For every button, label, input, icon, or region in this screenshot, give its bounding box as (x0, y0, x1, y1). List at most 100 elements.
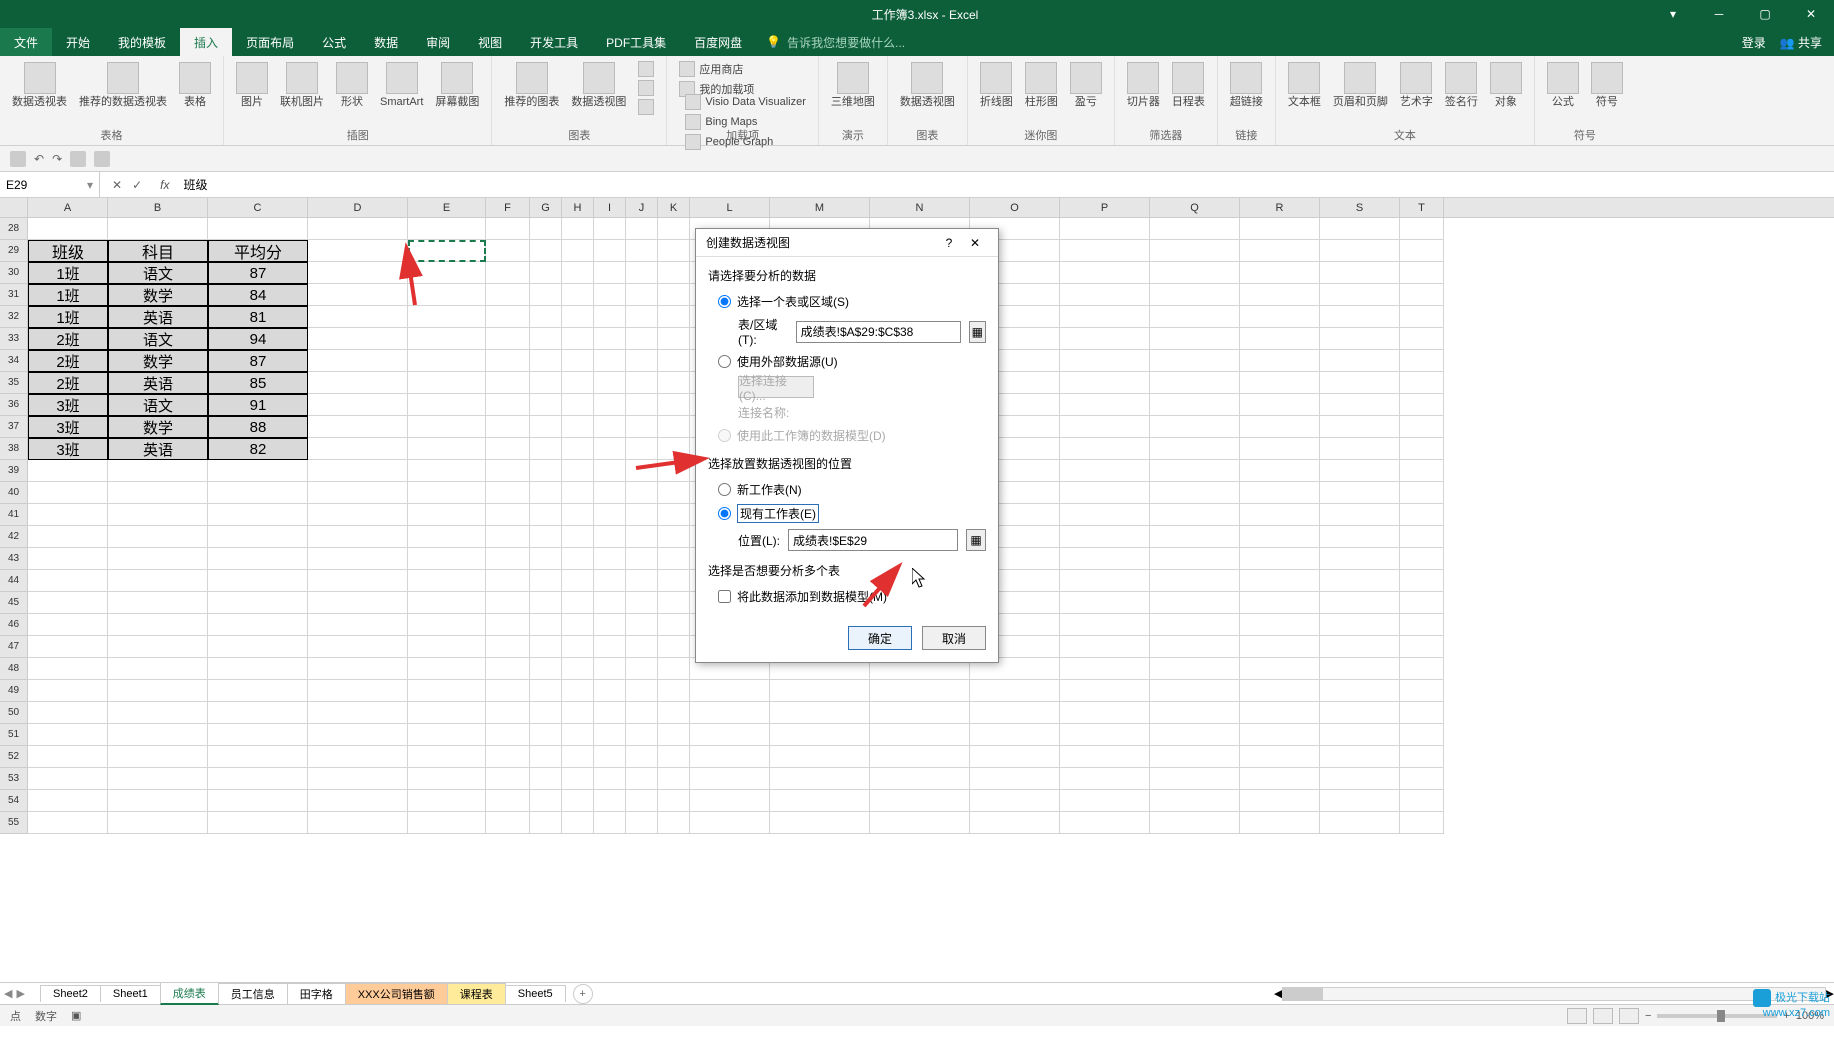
cell[interactable] (594, 482, 626, 504)
cell[interactable]: 82 (208, 438, 308, 460)
share-button[interactable]: 👥 共享 (1780, 34, 1822, 51)
cell[interactable] (562, 526, 594, 548)
cell[interactable] (594, 438, 626, 460)
cell[interactable] (658, 548, 690, 570)
cell[interactable] (1400, 416, 1444, 438)
cell[interactable] (208, 790, 308, 812)
visio-button[interactable]: Visio Data Visualizer (681, 93, 809, 111)
cell[interactable] (626, 504, 658, 526)
cell[interactable] (626, 284, 658, 306)
cell[interactable] (208, 482, 308, 504)
cell[interactable] (530, 702, 562, 724)
cell[interactable] (530, 724, 562, 746)
cell[interactable] (1320, 724, 1400, 746)
col-header[interactable]: E (408, 198, 486, 217)
cell[interactable] (308, 306, 408, 328)
cell[interactable] (1240, 218, 1320, 240)
cell[interactable]: 88 (208, 416, 308, 438)
tab-view[interactable]: 视图 (464, 28, 516, 56)
cell[interactable] (594, 812, 626, 834)
ribbon-options-icon[interactable]: ▾ (1650, 0, 1696, 28)
cell[interactable] (1150, 416, 1240, 438)
cell[interactable] (594, 526, 626, 548)
cell[interactable] (1320, 702, 1400, 724)
cell[interactable] (308, 416, 408, 438)
cell[interactable] (1400, 702, 1444, 724)
cell[interactable] (1060, 504, 1150, 526)
cell[interactable] (308, 790, 408, 812)
cell[interactable] (1240, 504, 1320, 526)
cell[interactable] (658, 306, 690, 328)
cell[interactable] (970, 790, 1060, 812)
cell[interactable] (308, 328, 408, 350)
cell[interactable]: 3班 (28, 394, 108, 416)
cell[interactable] (1060, 812, 1150, 834)
cell[interactable] (770, 702, 870, 724)
cell[interactable] (626, 812, 658, 834)
tab-file[interactable]: 文件 (0, 28, 52, 56)
cell[interactable] (28, 570, 108, 592)
cell[interactable] (594, 504, 626, 526)
table-button[interactable]: 表格 (175, 60, 215, 110)
cell[interactable] (208, 504, 308, 526)
cell[interactable] (308, 350, 408, 372)
cell[interactable] (1240, 614, 1320, 636)
label-external[interactable]: 使用外部数据源(U) (737, 353, 838, 370)
cell[interactable] (626, 724, 658, 746)
cell[interactable] (658, 592, 690, 614)
cell[interactable] (28, 460, 108, 482)
cell[interactable] (1400, 636, 1444, 658)
cell[interactable] (594, 768, 626, 790)
cell[interactable] (1400, 262, 1444, 284)
cell[interactable] (486, 328, 530, 350)
cell[interactable] (690, 702, 770, 724)
row-header[interactable]: 41 (0, 504, 28, 526)
cell[interactable] (562, 724, 594, 746)
qat-icon-1[interactable] (70, 151, 86, 167)
cell[interactable] (28, 768, 108, 790)
cell[interactable] (1400, 350, 1444, 372)
cell[interactable] (1320, 240, 1400, 262)
radio-table-range[interactable] (718, 295, 731, 308)
col-header[interactable]: R (1240, 198, 1320, 217)
cell[interactable] (1240, 240, 1320, 262)
cell[interactable]: 语文 (108, 328, 208, 350)
cell[interactable]: 84 (208, 284, 308, 306)
cell[interactable] (1150, 504, 1240, 526)
cell[interactable] (530, 482, 562, 504)
row-header[interactable]: 38 (0, 438, 28, 460)
cell[interactable] (1400, 548, 1444, 570)
cell[interactable]: 英语 (108, 306, 208, 328)
radio-new-sheet[interactable] (718, 483, 731, 496)
cell[interactable] (408, 482, 486, 504)
cell[interactable] (1060, 570, 1150, 592)
sparkline-line-button[interactable]: 折线图 (976, 60, 1017, 110)
sparkline-winloss-button[interactable]: 盈亏 (1066, 60, 1106, 110)
redo-icon[interactable]: ↷ (52, 152, 62, 166)
cell[interactable] (626, 262, 658, 284)
cell[interactable] (562, 218, 594, 240)
cell[interactable] (530, 372, 562, 394)
label-existing-sheet[interactable]: 现有工作表(E) (737, 504, 819, 523)
cell[interactable] (1150, 724, 1240, 746)
cell[interactable] (658, 218, 690, 240)
cell[interactable] (1400, 746, 1444, 768)
cell[interactable] (408, 438, 486, 460)
cell[interactable] (970, 702, 1060, 724)
row-header[interactable]: 50 (0, 702, 28, 724)
cell[interactable] (1320, 592, 1400, 614)
cell[interactable] (308, 658, 408, 680)
cell[interactable] (1060, 548, 1150, 570)
name-box[interactable]: ▾ (0, 172, 100, 197)
row-header[interactable]: 47 (0, 636, 28, 658)
cell[interactable] (658, 768, 690, 790)
cell[interactable] (1060, 394, 1150, 416)
cell[interactable] (626, 372, 658, 394)
cell[interactable] (970, 812, 1060, 834)
headerfooter-button[interactable]: 页眉和页脚 (1329, 60, 1392, 110)
cell[interactable] (208, 636, 308, 658)
cell[interactable] (530, 460, 562, 482)
cell[interactable] (1320, 768, 1400, 790)
cell[interactable] (1060, 284, 1150, 306)
cell[interactable] (1320, 680, 1400, 702)
